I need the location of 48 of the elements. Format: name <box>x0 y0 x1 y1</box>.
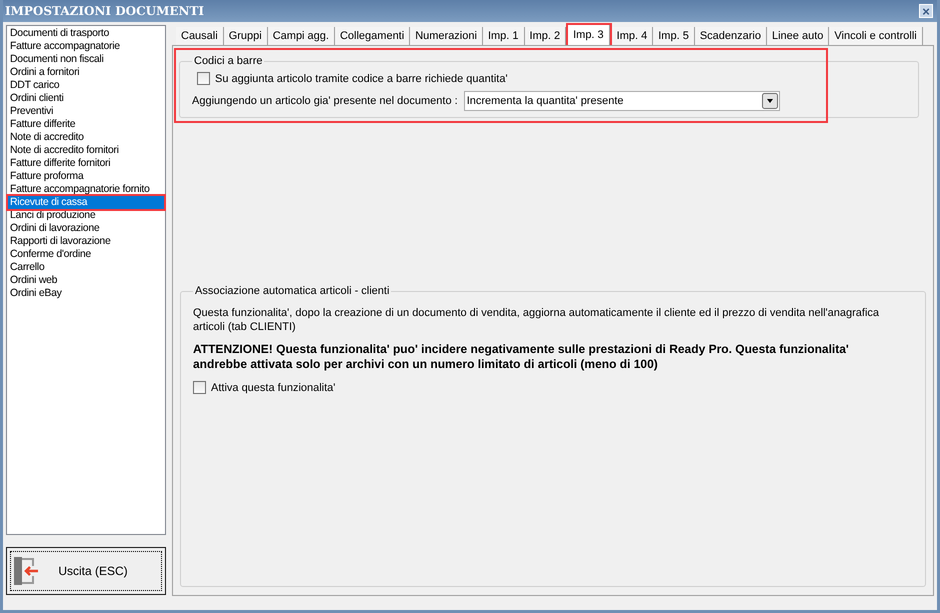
list-item[interactable]: Rapporti di lavorazione <box>8 235 164 248</box>
list-item[interactable]: Ordini a fornitori <box>8 66 164 79</box>
tab[interactable]: Imp. 1 <box>482 27 525 45</box>
tab[interactable]: Campi agg. <box>268 27 335 45</box>
list-item[interactable]: Preventivi <box>8 105 164 118</box>
tab[interactable]: Numerazioni <box>410 27 483 45</box>
description-text: Questa funzionalita', dopo la creazione di un documento di vendita, aggiorna automaticamente il cliente ed il prezzo di vendita nell'anagrafica articoli (tab CLIENTI) <box>193 306 880 334</box>
list-item[interactable]: Conferme d'ordine <box>8 248 164 261</box>
list-item[interactable]: Fatture differite fornitori <box>8 157 164 170</box>
tab[interactable]: Linee auto <box>766 27 830 45</box>
list-item[interactable]: Ricevute di cassa <box>8 196 164 209</box>
checkbox[interactable] <box>193 381 206 394</box>
tab[interactable]: Imp. 2 <box>524 27 566 45</box>
tab[interactable]: Imp. 4 <box>612 27 654 45</box>
tab[interactable]: Imp. 3 <box>568 25 610 45</box>
tab[interactable]: Collegamenti <box>334 27 410 45</box>
list-item[interactable]: Note di accredito <box>8 131 164 144</box>
list-item[interactable]: DDT carico <box>8 79 164 92</box>
warning-text: ATTENZIONE! Questa funzionalita' puo' incidere negativamente sulle prestazioni di Ready Pro. Questa funzionalita' andrebbe attivata solo per archivi con un numero limitato di articoli (meno di 100) <box>193 342 850 372</box>
list-item[interactable]: Carrello <box>8 261 164 274</box>
window-title: IMPOSTAZIONI DOCUMENTI <box>5 3 204 20</box>
group-title: Codici a barre <box>193 54 264 69</box>
checkbox-label: Su aggiunta articolo tramite codice a barre richiede quantita' <box>215 72 508 86</box>
list-item[interactable]: Fatture differite <box>8 118 164 131</box>
checkbox-label: Attiva questa funzionalita' <box>211 380 336 396</box>
list-item[interactable]: Ordini eBay <box>8 287 164 300</box>
list-item[interactable]: Note di accredito fornitori <box>8 144 164 157</box>
dropdown-label: Aggiungendo un articolo gia' presente nel documento : <box>192 94 458 109</box>
list-item[interactable]: Ordini web <box>8 274 164 287</box>
dropdown[interactable]: Incrementa la quantita' presente <box>464 91 780 111</box>
tab[interactable]: Imp. 5 <box>653 27 695 45</box>
list-item[interactable]: Ordini di lavorazione <box>8 222 164 235</box>
list-item[interactable]: Lanci di produzione <box>8 209 164 222</box>
list-item[interactable]: Fatture accompagnatorie fornito <box>8 183 164 196</box>
close-button[interactable]: × <box>919 4 933 18</box>
exit-door-icon <box>13 555 39 587</box>
list-item[interactable]: Fatture accompagnatorie <box>8 40 164 53</box>
list-item[interactable]: Documenti di trasporto <box>8 27 164 40</box>
tab[interactable]: Scadenzario <box>694 27 767 45</box>
tab[interactable]: Vincoli e controlli <box>829 27 923 45</box>
checkbox[interactable] <box>197 72 210 86</box>
list-item[interactable]: Ordini clienti <box>8 92 164 105</box>
tab[interactable]: Causali <box>176 27 224 45</box>
exit-button[interactable]: Uscita (ESC) <box>6 547 166 595</box>
list-item[interactable]: Fatture proforma <box>8 170 164 183</box>
list-item[interactable]: Documenti non fiscali <box>8 53 164 66</box>
group-title: Associazione automatica articoli - clienti <box>194 284 390 299</box>
tab[interactable]: Gruppi <box>224 27 268 45</box>
